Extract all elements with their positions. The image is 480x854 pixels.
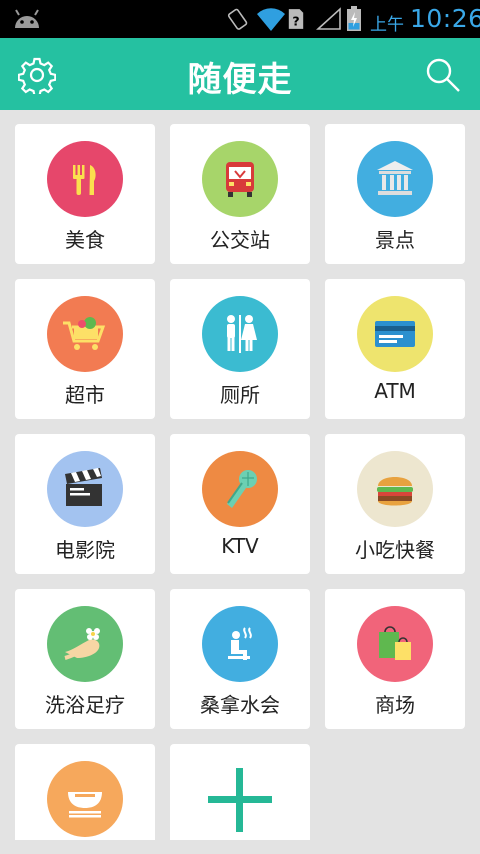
signal-icon <box>316 7 341 30</box>
category-label: 桑拿水会 <box>200 693 280 717</box>
category-grid: 美食 公交站 景点超市 厕所 ATM 电影院 KTV 小吃快餐洗浴足疗 桑拿水会 商场 <box>15 124 467 840</box>
app-header: 随便走 <box>0 38 480 110</box>
category-label: 景点 <box>375 228 415 252</box>
category-tile[interactable]: 公交站 <box>170 124 310 264</box>
category-label: 公交站 <box>210 228 270 252</box>
app-logo-title: 随便走 <box>187 60 293 100</box>
shopping-cart-icon <box>47 296 123 372</box>
cutlery-icon <box>47 141 123 217</box>
category-tile[interactable]: ATM <box>325 279 465 419</box>
credit-card-icon <box>357 296 433 372</box>
status-time: 10:26 <box>410 4 480 33</box>
plus-icon <box>208 768 272 832</box>
svg-text:?: ? <box>292 13 299 28</box>
no-sim-icon: ? <box>288 9 304 29</box>
screen-rotation-icon <box>227 8 248 30</box>
sauna-icon <box>202 606 278 682</box>
category-tile[interactable]: 电影院 <box>15 434 155 574</box>
restroom-icon <box>202 296 278 372</box>
category-tile[interactable]: 超市 <box>15 279 155 419</box>
clapperboard-icon <box>47 451 123 527</box>
category-label: ATM <box>374 379 416 403</box>
add-category-button[interactable] <box>170 744 310 840</box>
category-tile[interactable]: KTV <box>170 434 310 574</box>
landmark-icon <box>357 141 433 217</box>
category-label: 厕所 <box>220 383 260 407</box>
category-tile[interactable]: 洗浴足疗 <box>15 589 155 729</box>
battery-charging-icon <box>347 6 361 31</box>
category-label: 电影院 <box>55 538 115 562</box>
search-icon[interactable] <box>424 56 462 94</box>
status-bar: ? 上午 10:26 <box>0 0 480 38</box>
microphone-icon <box>202 451 278 527</box>
category-label: 洗浴足疗 <box>45 693 125 717</box>
category-label: 超市 <box>65 383 105 407</box>
category-tile[interactable]: 景点 <box>325 124 465 264</box>
category-tile[interactable]: 商场 <box>325 589 465 729</box>
burger-icon <box>357 451 433 527</box>
bowl-icon <box>47 761 123 837</box>
category-tile[interactable]: 桑拿水会 <box>170 589 310 729</box>
category-tile[interactable]: 小吃快餐 <box>325 434 465 574</box>
category-label: 小吃快餐 <box>355 538 435 562</box>
category-tile[interactable]: 美食 <box>15 124 155 264</box>
foot-spa-icon <box>47 606 123 682</box>
shopping-bag-icon <box>357 606 433 682</box>
bus-icon <box>202 141 278 217</box>
status-ampm: 上午 <box>370 15 404 35</box>
wifi-icon <box>257 8 285 31</box>
category-label: 美食 <box>65 228 105 252</box>
android-icon <box>15 9 39 28</box>
category-label: 商场 <box>375 693 415 717</box>
category-label: KTV <box>221 534 259 558</box>
category-tile[interactable]: 厕所 <box>170 279 310 419</box>
category-tile[interactable] <box>15 744 155 840</box>
